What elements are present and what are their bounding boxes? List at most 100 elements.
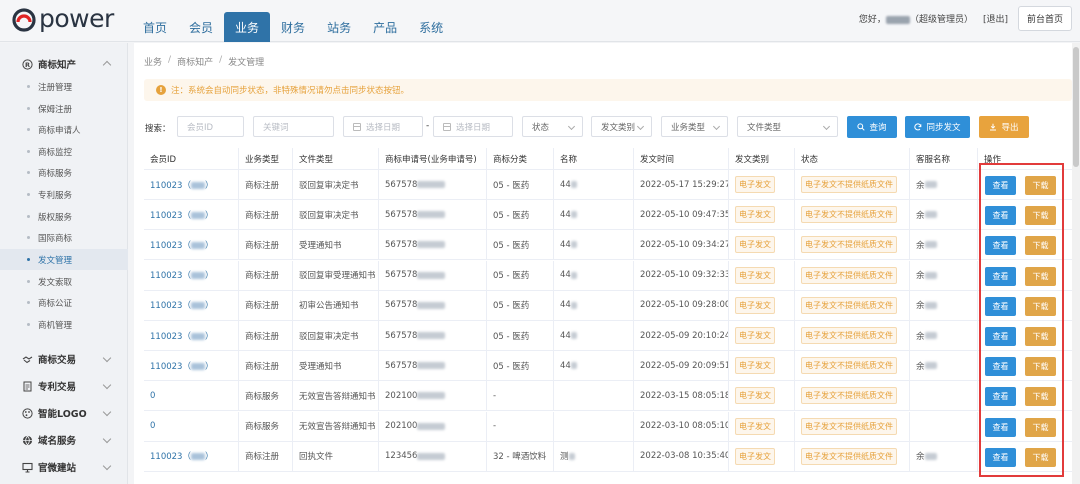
sidebar-group-patent-trade[interactable]: 专利交易 [0,375,128,397]
sidebar-item[interactable]: 商机管理 [0,314,128,335]
scrollbar-thumb[interactable] [1073,47,1079,167]
doc-category-tag: 电子发文 [735,266,775,284]
logo[interactable]: power [10,4,114,34]
cs-name-blurred [924,362,937,370]
name-text: 44 [560,209,571,220]
nav-tab-business[interactable]: 业务 [224,12,271,42]
query-button[interactable]: 查询 [847,116,897,138]
member-id-link[interactable]: 110023（ ） [150,239,213,251]
class-text: 32 - 啤酒饮料 [493,452,547,463]
name-blurred [570,362,577,370]
cell-file-type: 受理通知书 [292,351,378,381]
doc-category-select[interactable]: 发文类别 [591,116,652,137]
warning-icon: ! [156,85,166,95]
sidebar-item[interactable]: 保姆注册 [0,98,128,119]
member-id-link[interactable]: 110023（ ） [150,179,213,191]
cell-file-type: 驳回复审决定书 [292,200,378,230]
sidebar-group-label: 域名服务 [38,436,77,447]
nav-tab-site[interactable]: 站务 [316,12,362,42]
member-id-link[interactable]: 110023（ ） [150,330,213,342]
sidebar-item[interactable]: 商标公证 [0,292,128,313]
member-id-link[interactable]: 110023（ ） [150,360,213,372]
breadcrumb-item[interactable]: 商标知产 [177,55,213,68]
sidebar-group-label: 智能LOGO [38,409,87,420]
nav-tab-product[interactable]: 产品 [362,12,408,42]
page-scrollbar[interactable] [1072,43,1080,484]
export-button[interactable]: 导出 [979,116,1029,138]
sidebar-group-smart-logo[interactable]: 智能LOGO [0,402,128,424]
member-id-text: 110023（ [150,301,191,312]
send-time-text: 2022-03-08 10:35:40 [640,451,728,462]
sync-button[interactable]: 同步发文 [905,116,970,138]
sidebar-group-domain[interactable]: 域名服务 [0,429,128,451]
th-class: 商标分类 [486,148,553,169]
file-type-text: 驳回复审决定书 [299,331,359,342]
cell-send-time: 2022-05-10 09:28:00 [633,290,728,320]
palette-icon [22,407,33,419]
cs-name-text: 余 [916,180,925,191]
cell-class: 32 - 啤酒饮料 [486,441,553,471]
logout-link[interactable]: [退出] [983,12,1008,25]
keyword-input[interactable]: 关键词 [253,116,334,137]
sidebar-item[interactable]: 国际商标 [0,227,128,248]
cell-send-time: 2022-03-08 10:35:40 [633,441,728,471]
member-id-link[interactable]: 0 [150,421,155,431]
class-text: 05 - 医药 [493,301,530,312]
sidebar-item[interactable]: 发文索取 [0,271,128,292]
member-name-blurred [190,181,205,189]
member-name-blurred [190,453,205,461]
cell-name: 44 [553,351,633,381]
nav-tab-finance[interactable]: 财务 [270,12,316,42]
send-time-text: 2022-05-09 20:09:51 [640,360,728,371]
sidebar-item[interactable]: 版权服务 [0,206,128,227]
chevron-down-icon [102,353,112,363]
sidebar-group-trademark-trade[interactable]: 商标交易 [0,348,128,370]
nav-tab-home[interactable]: 首页 [132,12,178,42]
start-date-placeholder: 选择日期 [366,122,401,133]
greeting-role: （超级管理员） [909,15,973,25]
member-id-link[interactable]: 110023（ ） [150,269,213,281]
member-id-close: ） [204,361,214,372]
cs-name-blurred [924,241,937,249]
table-row: 0 商标服务 无效宣告答辩通知书 202100 - 2022-03-15 08:05:18… [144,381,1074,412]
member-id-link[interactable]: 110023（ ） [150,299,213,311]
cell-class: 05 - 医药 [486,290,553,320]
sidebar-group-website[interactable]: 官微建站 [0,456,128,478]
app-no-blurred [417,332,446,339]
sidebar-item[interactable]: 注册管理 [0,76,128,97]
logo-text: power [39,4,114,33]
biz-type-select[interactable]: 业务类型 [661,116,728,137]
cell-doc-category: 电子发文 [728,321,794,350]
cell-app-no: 567578 [378,321,486,350]
nav-tab-member[interactable]: 会员 [178,12,224,42]
start-date-picker[interactable]: 选择日期 [343,116,423,137]
nav-tab-system[interactable]: 系统 [408,12,454,42]
sidebar-group-trademark-ip[interactable]: R 商标知产 [0,53,128,75]
main-content: 业务 / 商标知产 / 发文管理 ! 注：系统会自动同步状态，非特殊情况请勿点击… [134,43,1080,484]
cell-status: 电子发文不提供纸质文件 [794,321,909,350]
cs-name-text: 余 [916,361,925,372]
member-id-link[interactable]: 110023（ ） [150,209,213,221]
sidebar-item[interactable]: 商标服务 [0,162,128,183]
cell-file-type: 回执文件 [292,441,378,471]
sidebar-item-active[interactable]: 发文管理 [0,249,128,270]
status-tag: 电子发文不提供纸质文件 [801,327,897,344]
sidebar-item[interactable]: 商标监控 [0,141,128,162]
sidebar-item[interactable]: 商标申请人 [0,119,128,140]
end-date-picker[interactable]: 选择日期 [433,116,513,137]
breadcrumb-item[interactable]: 业务 [144,55,162,68]
file-type-select[interactable]: 文件类型 [737,116,838,137]
name-text: 44 [560,330,571,341]
class-text: 05 - 医药 [493,180,530,191]
member-id-link[interactable]: 110023（ ） [150,450,213,462]
sidebar-item[interactable]: 专利服务 [0,184,128,205]
status-select[interactable]: 状态 [522,116,583,137]
member-id-link[interactable]: 0 [150,391,155,401]
name-blurred [570,241,577,249]
member-id-input[interactable]: 会员ID [177,116,244,137]
cell-biz-type: 商标注册 [238,170,292,199]
cell-file-type: 驳回复审决定书 [292,170,378,199]
table-row: 110023（ ） 商标注册 驳回复审受理通知书 567578 05 - 医药 44 2022… [144,260,1074,291]
front-home-button[interactable]: 前台首页 [1017,6,1072,31]
cell-member-id: 0 [144,412,238,441]
